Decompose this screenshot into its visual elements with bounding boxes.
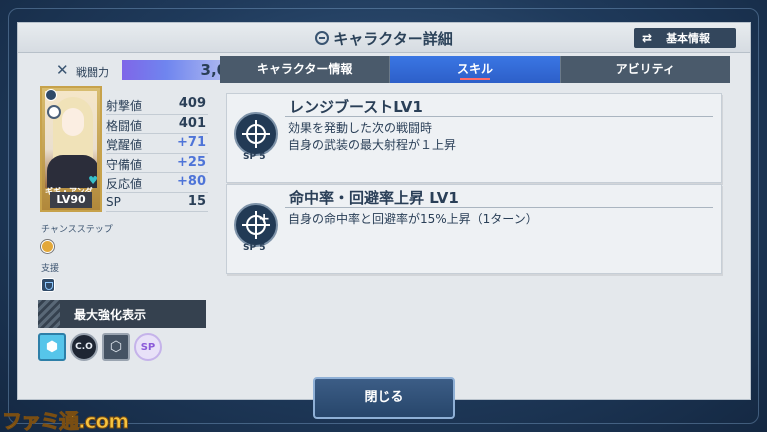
- star-badge-icon: [47, 105, 61, 119]
- famitsu-watermark: ファミ通.com: [1, 409, 129, 432]
- crosshair-plus-icon: +: [234, 203, 278, 247]
- panel-header: キャラクター詳細 ⇄ 基本情報: [18, 23, 750, 53]
- portrait-face: [62, 108, 84, 136]
- character-level: LV90: [50, 192, 92, 208]
- stat-value: 15: [187, 193, 206, 209]
- stat-value: 401: [178, 115, 206, 131]
- skill-card[interactable]: SP 5 レンジブーストLV1 効果を発動した次の戦闘時 自身の武装の最大射程が…: [226, 93, 722, 183]
- stat-label: 守備値: [106, 157, 143, 172]
- skill-description-line: 自身の命中率と回避率が15%上昇（1ターン）: [288, 212, 538, 226]
- filter-chips: ⬢ C.O ⬡ SP: [38, 333, 162, 361]
- plus-icon: +: [258, 211, 270, 227]
- crosshair-icon: [234, 112, 278, 156]
- rank-badge-icon: [45, 89, 57, 101]
- tab-character-info[interactable]: キャラクター情報: [220, 56, 391, 83]
- stat-row: 反応値 +80: [106, 173, 208, 193]
- hexagon-filled-icon[interactable]: ⬢: [38, 333, 66, 361]
- co-chip[interactable]: C.O: [70, 333, 98, 361]
- reticle-shape: +: [242, 211, 270, 239]
- basic-info-button[interactable]: ⇄ 基本情報: [634, 28, 736, 48]
- stat-value: +71: [177, 135, 206, 150]
- tab-skill[interactable]: スキル: [390, 56, 561, 83]
- skill-name: 命中率・回避率上昇 LV1: [289, 189, 459, 207]
- combat-power-row: ✕ 戦闘力 3,026: [38, 60, 248, 80]
- basic-info-label: 基本情報: [666, 32, 711, 45]
- skill-sp-cost: SP 5: [243, 243, 266, 253]
- tab-bar: キャラクター情報 スキル アビリティ: [220, 56, 730, 83]
- page-title-text: キャラクター詳細: [333, 30, 453, 48]
- stat-value: +80: [177, 174, 206, 189]
- sp-chip[interactable]: SP: [134, 333, 162, 361]
- swap-icon: ⇄: [642, 31, 653, 45]
- skill-description-line: 効果を発動した次の戦闘時: [288, 121, 433, 135]
- max-enhance-button[interactable]: 最大強化表示: [38, 300, 206, 328]
- reticle-shape: [242, 120, 270, 148]
- stat-label: 格闘値: [106, 118, 143, 133]
- max-enhance-label: 最大強化表示: [74, 307, 147, 322]
- shield-icon: [41, 278, 55, 292]
- stat-value: 409: [178, 96, 206, 111]
- skill-name: レンジブーストLV1: [289, 98, 423, 116]
- chance-step-label: チャンスステップ: [41, 225, 113, 235]
- combat-power-label: 戦闘力: [76, 66, 109, 79]
- close-button[interactable]: 閉じる: [313, 377, 455, 419]
- stat-label: 射撃値: [106, 99, 143, 113]
- stat-row: SP 15: [106, 193, 208, 212]
- stat-row: 守備値 +25: [106, 154, 208, 173]
- stat-value: +25: [177, 154, 206, 170]
- stat-label: SP: [106, 194, 121, 209]
- stats-list: 射撃値 409 格闘値 401 覚醒値 +71 守備値 +25 反応値 +80 SP 15: [106, 95, 208, 212]
- crossed-swords-icon: ✕: [56, 61, 69, 79]
- stat-row: 格闘値 401: [106, 115, 208, 134]
- skill-description: 自身の命中率と回避率が15%上昇（1ターン）: [288, 211, 538, 228]
- stat-label: 覚醒値: [106, 138, 143, 152]
- character-icon: [315, 31, 330, 45]
- stat-row: 覚醒値 +71: [106, 134, 208, 154]
- stat-row: 射撃値 409: [106, 95, 208, 115]
- skill-card[interactable]: + SP 5 命中率・回避率上昇 LV1 自身の命中率と回避率が15%上昇（1タ…: [226, 184, 722, 274]
- coin-icon: [41, 240, 54, 253]
- character-portrait-card[interactable]: ♥ ギギ・アンダ LV90: [40, 86, 102, 212]
- tab-ability[interactable]: アビリティ: [560, 56, 730, 83]
- hexagon-outline-icon[interactable]: ⬡: [102, 333, 130, 361]
- stripe-decoration: [38, 300, 60, 328]
- skill-divider: [285, 207, 713, 208]
- skill-description: 効果を発動した次の戦闘時 自身の武装の最大射程が１上昇: [288, 120, 456, 154]
- stat-label: 反応値: [106, 177, 143, 191]
- support-label: 支援: [41, 264, 60, 274]
- skill-description-line: 自身の武装の最大射程が１上昇: [288, 138, 457, 152]
- skill-sp-cost: SP 5: [243, 152, 266, 162]
- skill-divider: [285, 116, 713, 117]
